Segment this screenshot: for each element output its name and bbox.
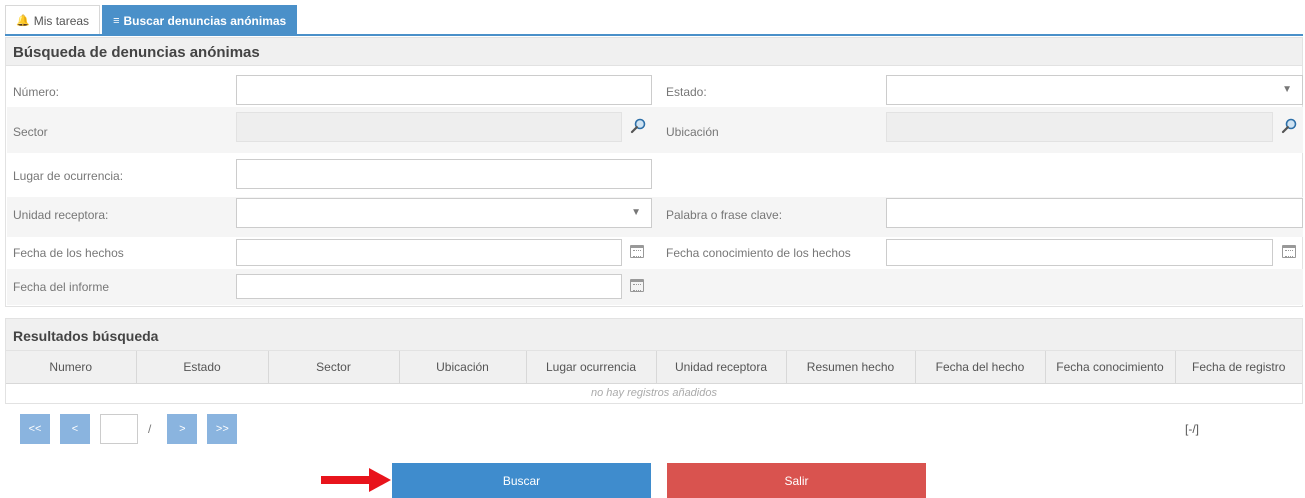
table-header-row: Numero Estado Sector Ubicación Lugar ocu… <box>6 351 1302 384</box>
prev-page-button[interactable]: < <box>60 414 90 444</box>
column-header[interactable]: Lugar ocurrencia <box>526 351 657 384</box>
column-header[interactable]: Estado <box>136 351 269 384</box>
fecha-conocimiento-input[interactable] <box>886 239 1273 266</box>
lugar-label: Lugar de ocurrencia: <box>13 169 124 183</box>
exit-button[interactable]: Salir <box>667 463 926 498</box>
unidad-select[interactable]: ▼ <box>236 198 652 228</box>
page-separator: / <box>148 422 152 436</box>
sector-label: Sector <box>13 125 48 139</box>
ubicacion-input <box>886 112 1273 142</box>
page-info: [-/] <box>1185 422 1199 436</box>
lugar-input[interactable] <box>236 159 652 189</box>
sector-input <box>236 112 622 142</box>
column-header[interactable]: Fecha de registro <box>1175 351 1302 384</box>
fecha-informe-input[interactable] <box>236 274 622 299</box>
numero-input[interactable] <box>236 75 652 105</box>
calendar-icon[interactable] <box>630 279 644 292</box>
tab-mis-tareas[interactable]: 🔔 Mis tareas <box>5 5 101 35</box>
row-stripe <box>7 269 1303 305</box>
fecha-hechos-input[interactable] <box>236 239 622 266</box>
numero-label: Número: <box>13 85 60 99</box>
search-panel-title: Búsqueda de denuncias anónimas <box>6 38 1302 66</box>
empty-message: no hay registros añadidos <box>591 387 717 400</box>
tab-label: Mis tareas <box>33 13 90 28</box>
fecha-conocimiento-label: Fecha conocimiento de los hechos <box>666 246 851 260</box>
ubicacion-label: Ubicación <box>666 125 719 139</box>
chevron-down-icon: ▼ <box>631 207 641 218</box>
first-page-button[interactable]: << <box>20 414 50 444</box>
tab-buscar-denuncias[interactable]: ≡ Buscar denuncias anónimas <box>102 5 298 35</box>
column-header[interactable]: Fecha conocimiento <box>1045 351 1176 384</box>
fecha-hechos-label: Fecha de los hechos <box>13 246 124 260</box>
column-header[interactable]: Numero <box>6 351 137 384</box>
arrow-right-icon <box>321 468 391 492</box>
column-header[interactable]: Sector <box>268 351 400 384</box>
column-header[interactable]: Ubicación <box>399 351 527 384</box>
search-panel: Búsqueda de denuncias anónimas Número: E… <box>5 37 1303 307</box>
palabra-input[interactable] <box>886 198 1303 228</box>
search-icon[interactable] <box>630 118 646 134</box>
tab-underline <box>5 34 1303 36</box>
column-header[interactable]: Resumen hecho <box>786 351 916 384</box>
search-icon[interactable] <box>1281 118 1297 134</box>
results-title: Resultados búsqueda <box>6 319 1302 351</box>
estado-label: Estado: <box>666 85 707 99</box>
calendar-icon[interactable] <box>1282 245 1296 258</box>
estado-select[interactable]: ▼ <box>886 75 1303 105</box>
pagination: << < / > >> <box>20 414 247 444</box>
search-button[interactable]: Buscar <box>392 463 651 498</box>
results-table: Numero Estado Sector Ubicación Lugar ocu… <box>6 351 1302 403</box>
tab-bar: 🔔 Mis tareas ≡ Buscar denuncias anónimas <box>5 5 299 35</box>
table-row: no hay registros añadidos <box>6 383 1302 403</box>
column-header[interactable]: Fecha del hecho <box>915 351 1046 384</box>
list-icon: ≡ <box>113 14 120 27</box>
fecha-informe-label: Fecha del informe <box>13 280 110 294</box>
unidad-label: Unidad receptora: <box>13 208 109 222</box>
next-page-button[interactable]: > <box>167 414 198 444</box>
chevron-down-icon: ▼ <box>1282 84 1292 95</box>
page-number-input[interactable] <box>100 414 138 444</box>
tab-label: Buscar denuncias anónimas <box>123 13 287 28</box>
calendar-icon[interactable] <box>630 245 644 258</box>
results-panel: Resultados búsqueda Numero Estado Sector… <box>5 318 1303 404</box>
bell-icon: 🔔 <box>16 15 30 27</box>
palabra-label: Palabra o frase clave: <box>666 208 783 222</box>
column-header[interactable]: Unidad receptora <box>656 351 787 384</box>
last-page-button[interactable]: >> <box>207 414 238 444</box>
